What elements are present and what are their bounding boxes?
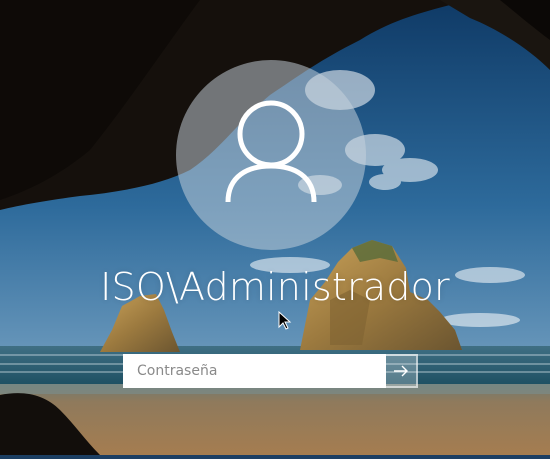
username-label: ISO\Administrador — [100, 265, 450, 309]
user-silhouette-icon — [225, 100, 317, 203]
password-input[interactable] — [135, 362, 384, 380]
password-row — [123, 354, 418, 388]
submit-button[interactable] — [386, 354, 418, 388]
user-avatar — [176, 60, 366, 250]
mouse-pointer-icon — [278, 311, 292, 330]
password-field-container — [123, 354, 386, 388]
arrow-right-icon — [394, 365, 408, 377]
